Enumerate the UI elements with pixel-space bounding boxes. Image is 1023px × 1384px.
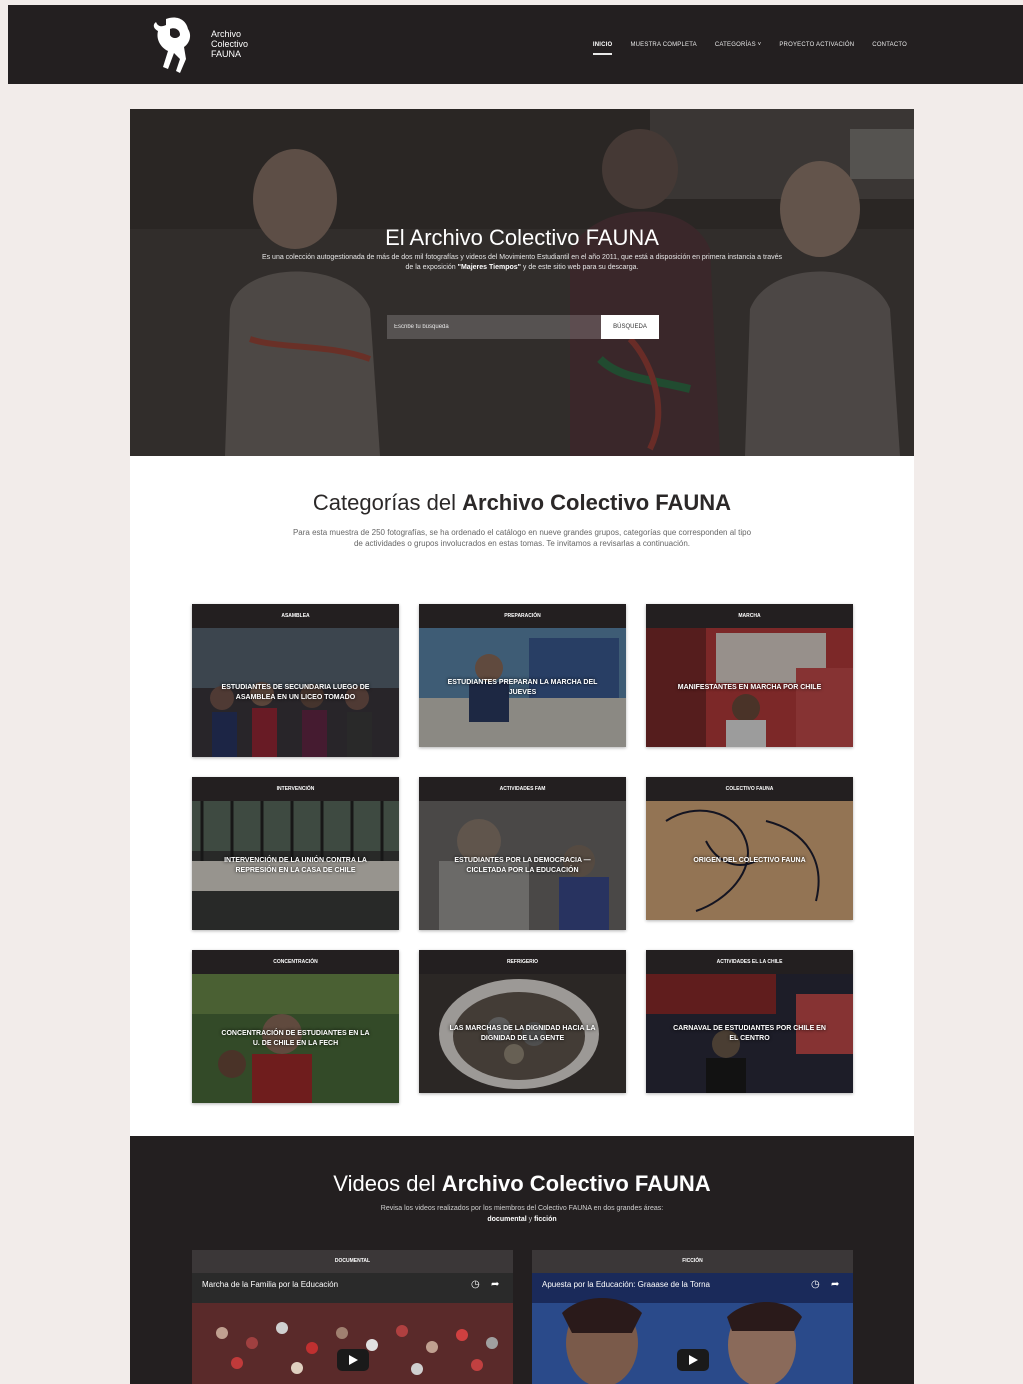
logo-wordmark[interactable]: Archivo Colectivo FAUNA [211, 29, 248, 59]
card-label: INTERVENCIÓN DE LA UNIÓN CONTRA LA REPRE… [224, 856, 367, 874]
videos-area-ficcion: ficción [534, 1216, 557, 1223]
category-card-concentracion[interactable]: CONCENTRACIÓN CONCENTRACIÓN DE ESTUDIANT… [192, 950, 399, 1103]
card-label: CARNAVAL DE ESTUDIANTES POR CHILE EN EL … [673, 1024, 826, 1042]
videos-title-normal: Videos del [333, 1171, 442, 1196]
logo-line-1: Archivo [211, 29, 242, 39]
category-card-actividades-fam[interactable]: ACTIVIDADES FAM ESTUDIANTES POR LA DEMOC… [419, 777, 626, 930]
category-card-marcha[interactable]: MARCHA MANIFESTANTES EN MARCHA POR CHILE [646, 604, 853, 747]
video-player-ficcion[interactable]: Apuesta por la Educación: Graaase de la … [532, 1273, 853, 1384]
card-image: ESTUDIANTES PREPARAN LA MARCHA DEL JUEVE… [419, 628, 626, 747]
hero-search: BÚSQUEDA [387, 315, 659, 339]
logo-line-3: FAUNA [211, 49, 242, 59]
category-card-actividades-la-chile[interactable]: ACTIVIDADES EL LA CHILE CARNAVAL DE ESTU… [646, 950, 853, 1093]
search-input[interactable] [387, 315, 601, 339]
video-column-documental: DOCUMENTAL Marcha de la Familia por la E… [192, 1250, 513, 1384]
card-header: COLECTIVO FAUNA [725, 786, 774, 792]
videos-description-start: Revisa los videos realizados por los mie… [380, 1205, 664, 1212]
categories-description: Para esta muestra de 250 fotografías, se… [292, 528, 752, 548]
nav-item-contacto[interactable]: CONTACTO [872, 42, 907, 48]
video-controls: ◷ ➦ [811, 1280, 841, 1290]
card-header: INTERVENCIÓN [276, 786, 315, 792]
share-icon[interactable]: ➦ [831, 1280, 841, 1290]
card-image: CARNAVAL DE ESTUDIANTES POR CHILE EN EL … [646, 974, 853, 1093]
main-nav: INICIO MUESTRA COMPLETA CATEGORÍAS ˅ PRO… [592, 42, 907, 55]
clock-icon[interactable]: ◷ [471, 1280, 481, 1290]
category-card-asamblea[interactable]: ASAMBLEA ESTUDIANTES DE SECUNDARIA LUEGO… [192, 604, 399, 757]
logo-line-2: Colectivo [211, 39, 249, 49]
video-title[interactable]: Apuesta por la Educación: Graaase de la … [542, 1280, 710, 1289]
videos-title: Videos del Archivo Colectivo FAUNA [130, 1171, 914, 1197]
nav-item-muestra-completa[interactable]: MUESTRA COMPLETA [630, 42, 696, 48]
card-label: ORIGEN DEL COLECTIVO FAUNA [693, 856, 806, 864]
play-icon[interactable] [676, 1349, 709, 1371]
card-header: ASAMBLEA [281, 613, 310, 619]
card-header: ACTIVIDADES FAM [499, 786, 546, 792]
play-icon[interactable] [336, 1349, 369, 1371]
categories-title: Categorías del Archivo Colectivo FAUNA [130, 490, 914, 516]
card-image: CONCENTRACIÓN DE ESTUDIANTES EN LA U. DE… [192, 974, 399, 1103]
card-image: ESTUDIANTES POR LA DEMOCRACIA — CICLETAD… [419, 801, 626, 930]
category-card-colectivo-fauna[interactable]: COLECTIVO FAUNA ORIGEN DEL COLECTIVO FAU… [646, 777, 853, 920]
category-card-intervencion[interactable]: INTERVENCIÓN INTERVENCIÓN DE LA UNIÓN CO… [192, 777, 399, 930]
card-label: LAS MARCHAS DE LA DIGNIDAD HACIA LA DIGN… [449, 1024, 596, 1042]
hero-photo [130, 109, 914, 456]
video-column-header: DOCUMENTAL [192, 1250, 513, 1273]
share-icon[interactable]: ➦ [491, 1280, 501, 1290]
card-header: PREPARACIÓN [504, 613, 541, 619]
card-header: MARCHA [738, 613, 761, 619]
nav-item-proyecto-activacion[interactable]: PROYECTO ACTIVACIÓN [779, 42, 854, 48]
card-image: MANIFESTANTES EN MARCHA POR CHILE [646, 628, 853, 747]
nav-item-categorias[interactable]: CATEGORÍAS ˅ [715, 42, 761, 48]
clock-icon[interactable]: ◷ [811, 1280, 821, 1290]
categories-title-normal: Categorías del [312, 490, 463, 515]
nav-item-inicio[interactable]: INICIO [592, 42, 613, 55]
category-card-refrigerio[interactable]: REFRIGERIO LAS MARCHAS DE LA DIGNIDAD HA… [419, 950, 626, 1093]
videos-description: Revisa los videos realizados por los mie… [280, 1203, 764, 1225]
fauna-logo-icon[interactable] [146, 13, 206, 77]
card-image: INTERVENCIÓN DE LA UNIÓN CONTRA LA REPRE… [192, 801, 399, 930]
videos-description-mid: y [526, 1216, 535, 1223]
card-header: REFRIGERIO [506, 959, 539, 965]
search-button[interactable]: BÚSQUEDA [601, 315, 659, 339]
hero-description-end: y de este sitio web para su descarga. [522, 264, 639, 271]
card-image: ESTUDIANTES DE SECUNDARIA LUEGO DE ASAMB… [192, 628, 399, 757]
video-column-header: FICCIÓN [532, 1250, 853, 1273]
video-title[interactable]: Marcha de la Familia por la Educación [202, 1280, 338, 1289]
videos-section: Videos del Archivo Colectivo FAUNA Revis… [130, 1136, 914, 1384]
video-column-ficcion: FICCIÓN Apuesta por la Educación: Graaas… [532, 1250, 853, 1384]
video-player-documental[interactable]: Marcha de la Familia por la Educación ◷ … [192, 1273, 513, 1384]
hero-description: Es una colección autogestionada de más d… [258, 253, 786, 273]
card-image: ORIGEN DEL COLECTIVO FAUNA [646, 801, 853, 920]
card-header: ACTIVIDADES EL LA CHILE [716, 959, 783, 965]
hero-banner: El Archivo Colectivo FAUNA Es una colecc… [130, 109, 914, 456]
page-content: El Archivo Colectivo FAUNA Es una colecc… [130, 109, 914, 1384]
card-label: CONCENTRACIÓN DE ESTUDIANTES EN LA U. DE… [221, 1029, 370, 1047]
card-label: MANIFESTANTES EN MARCHA POR CHILE [677, 683, 822, 691]
card-label: ESTUDIANTES POR LA DEMOCRACIA — CICLETAD… [454, 856, 591, 874]
category-card-preparacion[interactable]: PREPARACIÓN ESTUDIANTES PREPARAN LA MARC… [419, 604, 626, 747]
videos-area-documental: documental [487, 1216, 527, 1223]
hero-title: El Archivo Colectivo FAUNA [385, 225, 659, 250]
card-image: LAS MARCHAS DE LA DIGNIDAD HACIA LA DIGN… [419, 974, 626, 1093]
card-header: CONCENTRACIÓN [273, 959, 318, 965]
videos-title-bold: Archivo Colectivo FAUNA [441, 1171, 711, 1196]
categories-title-bold: Archivo Colectivo FAUNA [462, 490, 732, 515]
hero-description-highlight: "Majeres Tiempos" [457, 264, 521, 271]
video-controls: ◷ ➦ [471, 1280, 501, 1290]
card-label: ESTUDIANTES DE SECUNDARIA LUEGO DE ASAMB… [221, 683, 370, 701]
card-label: ESTUDIANTES PREPARAN LA MARCHA DEL JUEVE… [447, 678, 598, 696]
top-navbar: Archivo Colectivo FAUNA INICIO MUESTRA C… [8, 5, 1023, 84]
